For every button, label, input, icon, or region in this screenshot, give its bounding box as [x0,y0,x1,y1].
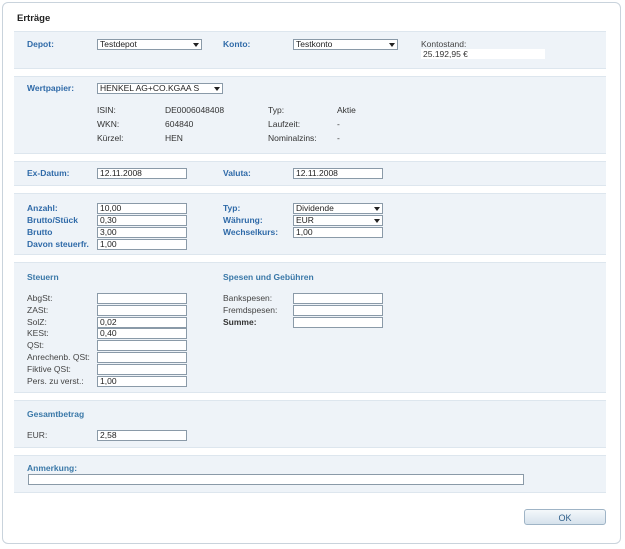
steuer-label: ZASt: [27,305,49,315]
chevron-down-icon [193,43,199,47]
nominalzins-value: - [337,133,340,143]
chevron-down-icon [374,207,380,211]
brutto-input[interactable]: 3,00 [97,227,187,238]
gesamt-eur-input[interactable]: 2,58 [97,430,187,441]
steuer-label: SolZ: [27,317,47,327]
laufzeit-label: Laufzeit: [268,119,301,129]
waehrung-select[interactable]: EUR [293,215,383,226]
steuer-label: Fiktive QSt: [27,364,71,374]
waehrung-select-value: EUR [296,215,314,225]
wkn-value: 604840 [165,119,194,129]
wp-typ-value: Aktie [337,105,356,115]
depot-select[interactable]: Testdepot [97,39,202,50]
dialog-title: Erträge [17,13,51,24]
steuern-heading: Steuern [27,272,59,282]
wkn-label: WKN: [97,119,120,129]
ok-button[interactable]: OK [524,509,606,525]
wertpapier-select[interactable]: HENKEL AG+CO.KGAA S [97,83,223,94]
summe-label: Summe: [223,317,257,327]
isin-label: ISIN: [97,105,116,115]
nominalzins-label: Nominalzins: [268,133,317,143]
ex-datum-label: Ex-Datum: [27,168,70,178]
kuerzel-label: Kürzel: [97,133,124,143]
anmerkung-label: Anmerkung: [27,463,78,473]
brutto-stueck-label: Brutto/Stück [27,215,78,225]
steuer-input[interactable]: 1,00 [97,376,187,387]
steuer-input[interactable]: 0,02 [97,317,187,328]
bankspesen-label: Bankspesen: [223,293,273,303]
gesamtbetrag-heading: Gesamtbetrag [27,409,85,419]
steuer-input[interactable]: 0,40 [97,328,187,339]
anmerkung-input[interactable] [28,474,524,485]
steuer-label: KESt: [27,328,49,338]
fremdspesen-input[interactable] [293,305,383,316]
valuta-label: Valuta: [223,168,251,178]
fremdspesen-label: Fremdspesen: [223,305,278,315]
steuer-label: Pers. zu verst.: [27,376,84,386]
steuer-input[interactable] [97,305,187,316]
chevron-down-icon [214,87,220,91]
steuer-label: Anrechenb. QSt: [27,352,90,362]
ertrag-typ-label: Typ: [223,203,241,213]
isin-value: DE0006048408 [165,105,225,115]
anzahl-input[interactable]: 10,00 [97,203,187,214]
wertpapier-label: Wertpapier: [27,83,75,93]
steuer-input[interactable] [97,340,187,351]
steuer-label: QSt: [27,340,45,350]
anzahl-label: Anzahl: [27,203,58,213]
brutto-label: Brutto [27,227,53,237]
steuer-label: AbgSt: [27,293,53,303]
gesamt-eur-label: EUR: [27,430,48,440]
konto-select-value: Testkonto [296,39,333,49]
kontostand-label: Kontostand: [421,39,467,49]
steuerfr-input[interactable]: 1,00 [97,239,187,250]
wertpapier-select-value: HENKEL AG+CO.KGAA S [100,83,200,93]
steuerfr-label: Davon steuerfr. [27,239,89,249]
steuer-input[interactable] [97,352,187,363]
chevron-down-icon [374,219,380,223]
ex-datum-input[interactable]: 12.11.2008 [97,168,187,179]
steuer-input[interactable] [97,364,187,375]
chevron-down-icon [389,43,395,47]
wechselkurs-input[interactable]: 1,00 [293,227,383,238]
brutto-stueck-input[interactable]: 0,30 [97,215,187,226]
konto-select[interactable]: Testkonto [293,39,398,50]
ertrag-typ-select[interactable]: Dividende [293,203,383,214]
ertrag-typ-select-value: Dividende [296,203,334,213]
depot-label: Depot: [27,39,54,49]
bankspesen-input[interactable] [293,293,383,304]
valuta-input[interactable]: 12.11.2008 [293,168,383,179]
kuerzel-value: HEN [165,133,183,143]
wp-typ-label: Typ: [268,105,285,115]
spesen-heading: Spesen und Gebühren [223,272,314,282]
konto-label: Konto: [223,39,251,49]
waehrung-label: Währung: [223,215,263,225]
laufzeit-value: - [337,119,340,129]
kontostand-box: 25.192,95 € [421,49,545,59]
summe-input[interactable] [293,317,383,328]
kontostand-value: 25.192,95 € [423,49,468,59]
depot-select-value: Testdepot [100,39,137,49]
wechselkurs-label: Wechselkurs: [223,227,279,237]
steuer-input[interactable] [97,293,187,304]
